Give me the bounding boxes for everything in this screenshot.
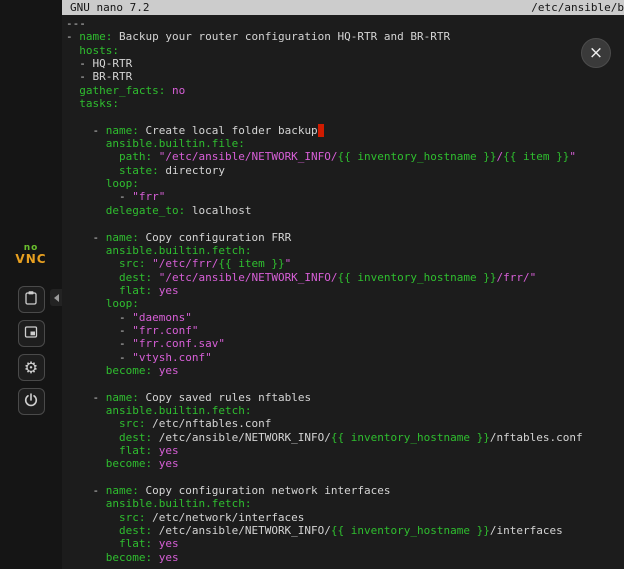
settings-button[interactable]: ⚙ (18, 354, 45, 381)
fullscreen-icon (23, 324, 39, 344)
editor-line: loop: (66, 297, 624, 310)
editor-line: become: yes (66, 364, 624, 377)
editor-line: ansible.builtin.fetch: (66, 244, 624, 257)
editor-line: - "frr.conf.sav" (66, 337, 624, 350)
editor-line: - BR-RTR (66, 70, 624, 83)
close-button[interactable]: × (581, 38, 611, 68)
editor-line: - name: Copy configuration FRR (66, 231, 624, 244)
editor-line: gather_facts: no (66, 84, 624, 97)
editor-line: - "frr" (66, 190, 624, 203)
gear-icon: ⚙ (24, 360, 38, 376)
text-cursor (318, 124, 325, 137)
editor-line: - "frr.conf" (66, 324, 624, 337)
fullscreen-button[interactable] (18, 320, 45, 347)
terminal-window: GNU nano 7.2 /etc/ansible/b ---- name: B… (62, 0, 624, 569)
nano-file-path: /etc/ansible/b (531, 0, 624, 15)
editor-line: dest: /etc/ansible/NETWORK_INFO/{{ inven… (66, 524, 624, 537)
editor-line: loop: (66, 177, 624, 190)
editor-line: - HQ-RTR (66, 57, 624, 70)
power-button[interactable] (18, 388, 45, 415)
editor-line: - name: Copy saved rules nftables (66, 391, 624, 404)
editor-lines: ---- name: Backup your router configurat… (66, 17, 624, 564)
clipboard-button[interactable] (18, 286, 45, 313)
editor-area[interactable]: ---- name: Backup your router configurat… (62, 15, 624, 564)
editor-line: flat: yes (66, 444, 624, 457)
editor-line: dest: "/etc/ansible/NETWORK_INFO/{{ inve… (66, 271, 624, 284)
editor-line (66, 217, 624, 230)
novnc-logo-bottom: VNC (0, 253, 62, 266)
editor-line: src: /etc/nftables.conf (66, 417, 624, 430)
editor-line: --- (66, 17, 624, 30)
editor-line (66, 110, 624, 123)
editor-line: delegate_to: localhost (66, 204, 624, 217)
chevron-left-icon (54, 294, 59, 302)
editor-line: flat: yes (66, 284, 624, 297)
editor-line: ansible.builtin.file: (66, 137, 624, 150)
novnc-logo: no VNC (0, 244, 62, 266)
clipboard-icon (23, 290, 39, 310)
nano-titlebar: GNU nano 7.2 /etc/ansible/b (62, 0, 624, 15)
editor-line: - "vtysh.conf" (66, 351, 624, 364)
power-icon (23, 392, 39, 412)
editor-line: ansible.builtin.fetch: (66, 497, 624, 510)
editor-line: flat: yes (66, 537, 624, 550)
editor-line: - name: Create local folder backup (66, 124, 624, 137)
editor-line: dest: /etc/ansible/NETWORK_INFO/{{ inven… (66, 431, 624, 444)
close-icon: × (589, 43, 603, 63)
editor-line (66, 377, 624, 390)
vnc-control-bar: no VNC ⚙ (0, 0, 62, 569)
editor-line: src: /etc/network/interfaces (66, 511, 624, 524)
editor-line: hosts: (66, 44, 624, 57)
editor-line: - name: Backup your router configuration… (66, 30, 624, 43)
editor-line: src: "/etc/frr/{{ item }}" (66, 257, 624, 270)
editor-line: state: directory (66, 164, 624, 177)
editor-line: - name: Copy configuration network inter… (66, 484, 624, 497)
editor-line: path: "/etc/ansible/NETWORK_INFO/{{ inve… (66, 150, 624, 163)
editor-line: become: yes (66, 457, 624, 470)
editor-line: ansible.builtin.fetch: (66, 404, 624, 417)
editor-line: - "daemons" (66, 311, 624, 324)
editor-line: tasks: (66, 97, 624, 110)
editor-line (66, 471, 624, 484)
editor-line: become: yes (66, 551, 624, 564)
nano-app-title: GNU nano 7.2 (70, 0, 149, 15)
control-bar-collapse-handle[interactable] (50, 289, 62, 306)
